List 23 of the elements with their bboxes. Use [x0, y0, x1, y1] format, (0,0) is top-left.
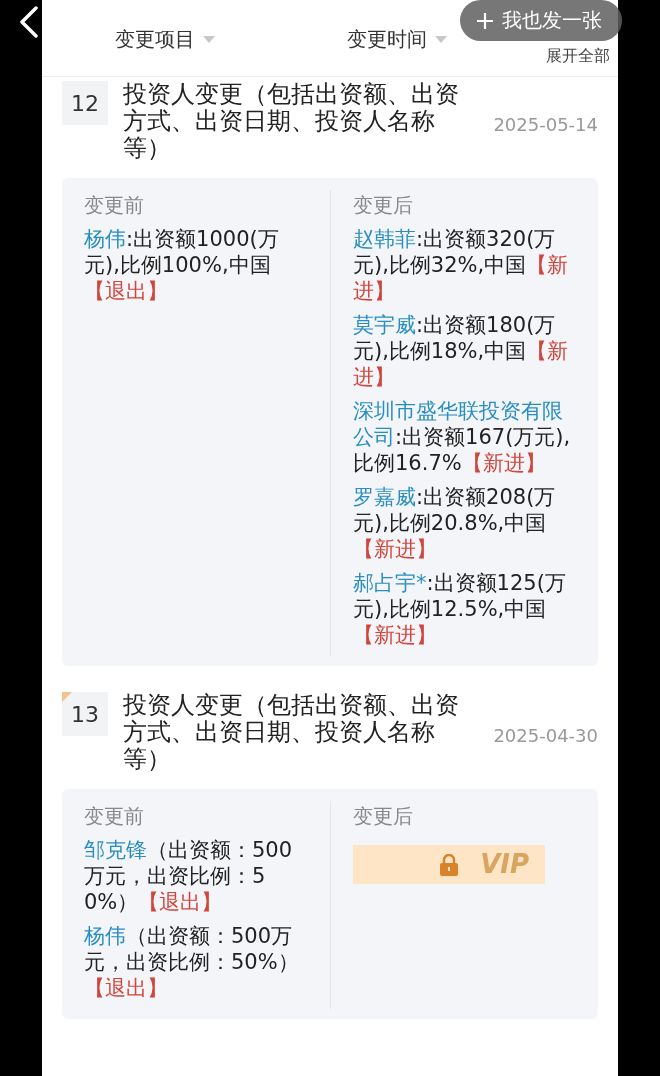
record-title: 投资人变更（包括出资额、出资方式、出资日期、投资人名称等）: [123, 692, 460, 773]
column-heading: 变更后: [353, 192, 414, 219]
column-heading: 变更前: [84, 192, 145, 219]
filter-dropdown[interactable]: 变更项目: [115, 26, 215, 53]
investor-entry: 邹克锋（出资额：500万元，出资比例：50%）【退出】: [84, 837, 294, 915]
vip-watermark: VIP: [480, 849, 529, 879]
investor-entry: 杨伟（出资额：500万元，出资比例：50%） 【退出】: [84, 923, 300, 1001]
share-button[interactable]: 我也发一张: [460, 0, 622, 41]
column-heading: 变更前: [84, 803, 145, 830]
record-date: 2025-04-30: [493, 725, 598, 746]
expand-all-link[interactable]: 展开全部: [546, 46, 610, 67]
column-heading: 变更后: [353, 803, 414, 830]
record-number: 12: [62, 81, 108, 125]
investor-entry: 杨伟:出资额1000(万元),比例100%,中国 【退出】: [84, 226, 280, 304]
record-title: 投资人变更（包括出资额、出资方式、出资日期、投资人名称等）: [123, 81, 460, 162]
filter-dropdown[interactable]: 变更时间: [347, 26, 447, 53]
record-date: 2025-05-14: [493, 114, 598, 135]
investor-entry: 深圳市盛华联投资有限公司:出资额167(万元),比例16.7%【新进】: [353, 398, 572, 476]
record-number: 13: [62, 692, 108, 736]
investor-entry: 莫宇威:出资额180(万元),比例18%,中国【新进】: [353, 312, 570, 390]
investor-entry: 赵韩菲:出资额320(万元),比例32%,中国【新进】: [353, 226, 570, 304]
investor-entry: 罗嘉威:出资额208(万元),比例20.8%,中国 【新进】: [353, 484, 557, 562]
investor-entry: 郝占宇*:出资额125(万元),比例12.5%,中国 【新进】: [353, 570, 567, 648]
